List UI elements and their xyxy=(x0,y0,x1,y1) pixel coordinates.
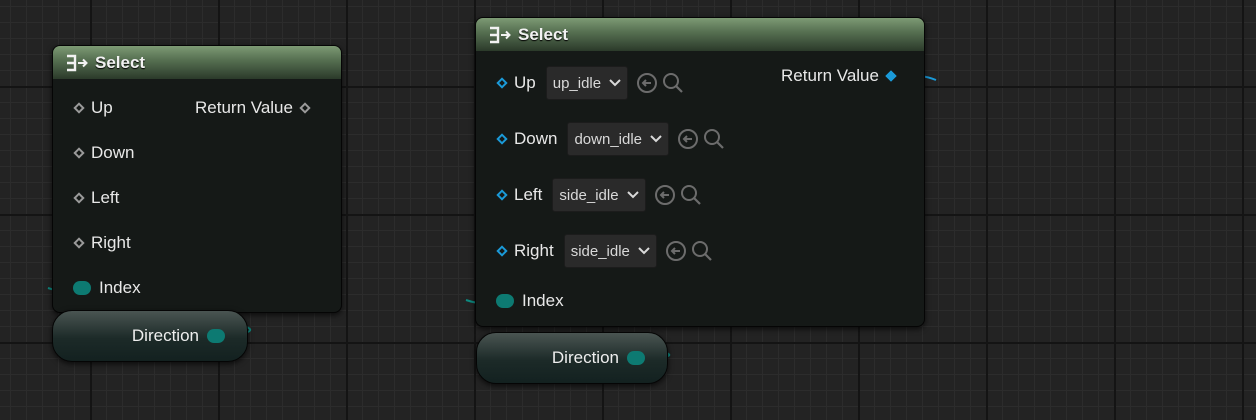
wildcard-pin-icon[interactable] xyxy=(73,192,85,204)
pin-label: Down xyxy=(514,129,558,148)
input-pin-up[interactable]: Up up_idle xyxy=(496,66,684,100)
pin-label: Right xyxy=(91,233,131,252)
chevron-down-icon xyxy=(638,247,650,255)
object-pin-icon[interactable] xyxy=(496,133,508,145)
input-pin-left[interactable]: Left xyxy=(73,188,120,208)
magnifier-icon[interactable] xyxy=(662,72,684,94)
variable-label: Direction xyxy=(131,326,199,345)
input-pin-right[interactable]: Right xyxy=(73,233,131,253)
pin-label: Return Value xyxy=(195,98,293,117)
arrow-left-circle-icon[interactable] xyxy=(677,128,699,150)
enum-pin-icon[interactable] xyxy=(207,329,225,343)
chevron-down-icon xyxy=(626,191,639,199)
object-pin-icon[interactable] xyxy=(496,245,508,257)
chevron-down-icon xyxy=(609,79,621,87)
direction-variable-node-right[interactable]: Direction xyxy=(476,332,668,384)
asset-dropdown-left[interactable]: side_idle xyxy=(552,178,646,212)
pin-label: Up xyxy=(91,98,113,117)
dropdown-value: side_idle xyxy=(559,186,619,204)
dropdown-value: side_idle xyxy=(570,242,630,260)
dropdown-value: down_idle xyxy=(574,130,643,148)
node-title: Select xyxy=(518,24,569,44)
wildcard-pin-icon[interactable] xyxy=(299,102,311,114)
object-pin-icon[interactable] xyxy=(885,70,897,82)
object-pin-icon[interactable] xyxy=(496,77,508,89)
input-pin-left[interactable]: Left side_idle xyxy=(496,178,702,212)
enum-pin-icon[interactable] xyxy=(627,351,645,365)
magnifier-icon[interactable] xyxy=(680,184,702,206)
select-function-icon xyxy=(490,26,511,43)
arrow-left-circle-icon[interactable] xyxy=(665,240,687,262)
input-pin-index[interactable]: Index xyxy=(73,278,141,298)
magnifier-icon[interactable] xyxy=(691,240,713,262)
output-pin-return-value[interactable]: Return Value xyxy=(781,66,897,86)
pin-label: Return Value xyxy=(781,66,879,85)
object-pin-icon[interactable] xyxy=(496,189,508,201)
input-pin-right[interactable]: Right side_idle xyxy=(496,234,713,268)
chevron-down-icon xyxy=(650,135,662,143)
asset-dropdown-down[interactable]: down_idle xyxy=(567,122,670,156)
variable-label: Direction xyxy=(551,348,619,367)
output-pin-return-value[interactable]: Return Value xyxy=(195,98,311,118)
direction-variable-node-left[interactable]: Direction xyxy=(52,310,248,362)
enum-pin-icon[interactable] xyxy=(73,281,91,295)
asset-dropdown-right[interactable]: side_idle xyxy=(563,234,657,268)
magnifier-icon[interactable] xyxy=(703,128,725,150)
dropdown-value: up_idle xyxy=(552,74,602,92)
input-pin-down[interactable]: Down xyxy=(73,143,135,163)
select-function-icon xyxy=(67,54,88,71)
pin-label: Down xyxy=(91,143,135,162)
pin-label: Index xyxy=(99,278,141,297)
arrow-left-circle-icon[interactable] xyxy=(654,184,676,206)
pin-label: Up xyxy=(514,73,536,92)
asset-dropdown-up[interactable]: up_idle xyxy=(545,66,629,100)
pin-label: Index xyxy=(522,291,564,310)
pin-label: Left xyxy=(91,188,120,207)
wildcard-pin-icon[interactable] xyxy=(73,102,85,114)
select-node-right[interactable]: Select Return Value Up up_idle Down down… xyxy=(475,17,925,327)
pin-label: Left xyxy=(514,185,543,204)
node-header[interactable]: Select xyxy=(476,18,924,51)
input-pin-down[interactable]: Down down_idle xyxy=(496,122,725,156)
wildcard-pin-icon[interactable] xyxy=(73,237,85,249)
enum-pin-icon[interactable] xyxy=(496,294,514,308)
pin-label: Right xyxy=(514,241,554,260)
input-pin-index[interactable]: Index xyxy=(496,291,564,311)
input-pin-up[interactable]: Up xyxy=(73,98,113,118)
arrow-left-circle-icon[interactable] xyxy=(636,72,658,94)
node-header[interactable]: Select xyxy=(53,46,341,79)
node-title: Select xyxy=(95,52,146,72)
wildcard-pin-icon[interactable] xyxy=(73,147,85,159)
select-node-left[interactable]: Select Up Return Value Down Left Right I… xyxy=(52,45,342,313)
